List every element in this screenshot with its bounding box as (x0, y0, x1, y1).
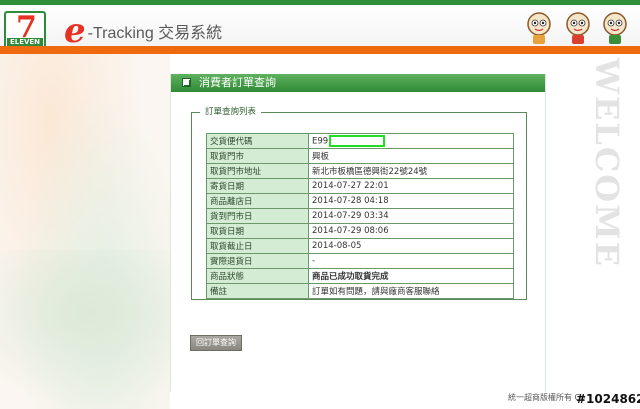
brand-letter: e (64, 11, 86, 51)
orange-stripe (0, 46, 640, 54)
row-value: 訂單如有問題，請與廠商客服聯絡 (308, 283, 514, 299)
row-label: 取貨門市地址 (206, 163, 309, 179)
mascot-icon (527, 12, 551, 44)
table-row: 備註 訂單如有問題，請與廠商客服聯絡 (206, 283, 514, 299)
header-bar: 7 ELEVEN e -Tracking 交易系統 (0, 5, 640, 53)
mascot-icon (603, 12, 627, 44)
back-to-query-button[interactable]: 回訂單查詢 (190, 335, 242, 351)
table-row: 取貨門市地址 新北市板橋區德興街22號24號 (206, 163, 514, 179)
order-status-value: 商品已成功取貨完成 (308, 268, 514, 284)
table-row: 實際退貨日 - (206, 253, 514, 269)
row-value: 2014-08-05 (308, 238, 514, 254)
table-row: 貨到門市日 2014-07-29 03:34 (206, 208, 514, 224)
row-value: 2014-07-28 04:18 (308, 193, 514, 209)
row-value: 2014-07-29 08:06 (308, 223, 514, 239)
table-row: 取貨截止日 2014-08-05 (206, 238, 514, 254)
row-label: 取貨門市 (206, 148, 309, 164)
row-label: 商品離店日 (206, 193, 309, 209)
table-row: 商品離店日 2014-07-28 04:18 (206, 193, 514, 209)
order-details-table: 交貨便代碼 E99 取貨門市 興板 取貨門市地址 新北市板橋區德興街22號24號… (206, 133, 514, 299)
row-label: 取貨截止日 (206, 238, 309, 254)
brand-title-text: -Tracking 交易系統 (87, 25, 223, 42)
row-label: 備註 (206, 283, 309, 299)
welcome-side-text: WELCOME (588, 58, 626, 268)
table-row: 商品狀態 商品已成功取貨完成 (206, 268, 514, 284)
table-row: 交貨便代碼 E99 (206, 133, 514, 149)
row-value: - (308, 253, 514, 269)
row-value: E99 (308, 133, 514, 149)
tracking-code-prefix: E99 (312, 136, 329, 147)
row-value: 2014-07-29 03:34 (308, 208, 514, 224)
row-label: 商品狀態 (206, 268, 309, 284)
table-row: 取貨日期 2014-07-29 08:06 (206, 223, 514, 239)
row-label: 取貨日期 (206, 223, 309, 239)
row-label: 寄貨日期 (206, 178, 309, 194)
panel-title: 消費者訂單查詢 (199, 76, 276, 89)
image-watermark: #1024862 (576, 392, 640, 406)
order-query-panel: 消費者訂單查詢 訂單查詢列表 交貨便代碼 E99 取貨門市 興板 取貨門市地址 … (170, 74, 546, 392)
order-list-legend: 訂單查詢列表 (200, 106, 262, 118)
row-value: 新北市板橋區德興街22號24號 (308, 163, 514, 179)
row-label: 交貨便代碼 (206, 133, 309, 149)
redacted-tracking-box (329, 135, 386, 147)
row-label: 貨到門市日 (206, 208, 309, 224)
panel-arrow-icon (182, 78, 191, 87)
row-value: 2014-07-27 22:01 (308, 178, 514, 194)
row-value: 興板 (308, 148, 514, 164)
row-label: 實際退貨日 (206, 253, 309, 269)
panel-header: 消費者訂單查詢 (171, 74, 545, 92)
app-title: e -Tracking 交易系統 (64, 14, 222, 48)
table-row: 取貨門市 興板 (206, 148, 514, 164)
order-list-group: 訂單查詢列表 交貨便代碼 E99 取貨門市 興板 取貨門市地址 新北市板橋區德興… (191, 106, 527, 300)
mascot-icon (566, 12, 590, 44)
table-row: 寄貨日期 2014-07-27 22:01 (206, 178, 514, 194)
copyright-text: 統一超商版權所有 Co (508, 393, 586, 402)
